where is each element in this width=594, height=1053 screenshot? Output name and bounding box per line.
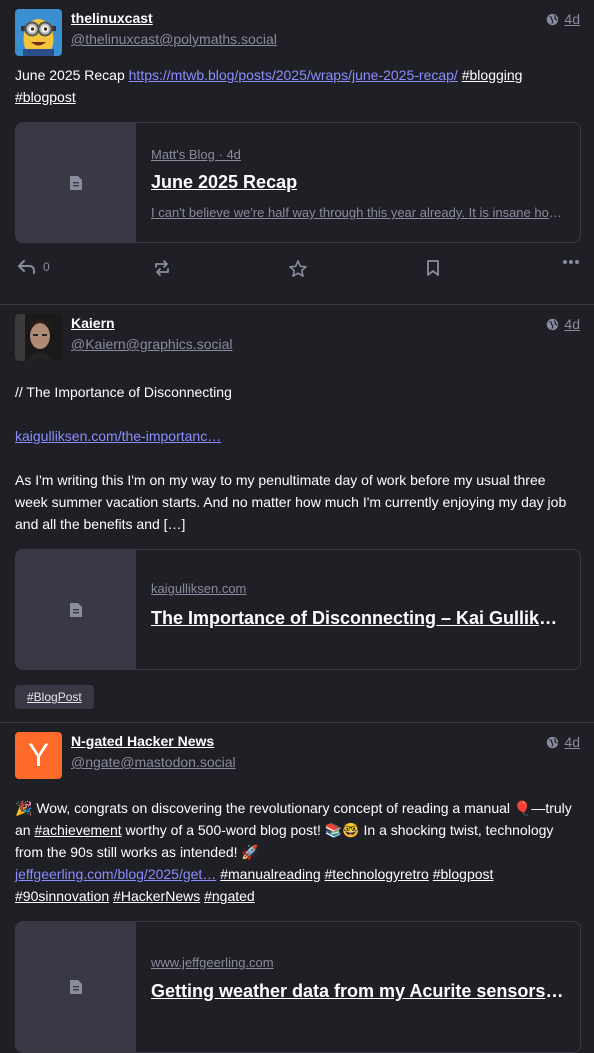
card-title[interactable]: The Importance of Disconnecting – Kai Gu… bbox=[151, 608, 565, 629]
status-post[interactable]: Kaiern @Kaiern@graphics.social 4d // The… bbox=[0, 305, 594, 723]
display-name[interactable]: Kaiern bbox=[71, 315, 115, 331]
card-thumbnail bbox=[16, 922, 136, 1052]
post-content: 🎉 Wow, congrats on discovering the revol… bbox=[15, 797, 580, 907]
link-preview-card[interactable]: Matt's Blog · 4d June 2025 Recap I can't… bbox=[15, 122, 581, 243]
hashtag-link[interactable]: #blogpost bbox=[433, 866, 494, 882]
link-preview-card[interactable]: kaigulliksen.com The Importance of Disco… bbox=[15, 549, 581, 670]
reply-icon bbox=[18, 260, 35, 274]
hashtag-link[interactable]: #achievement bbox=[34, 822, 121, 838]
status-post[interactable]: thelinuxcast @thelinuxcast@polymaths.soc… bbox=[0, 0, 594, 305]
post-content: // The Importance of Disconnecting kaigu… bbox=[15, 381, 580, 535]
card-source[interactable]: kaigulliksen.com bbox=[151, 581, 246, 596]
favourite-button[interactable] bbox=[288, 259, 308, 279]
content-text: June 2025 Recap bbox=[15, 67, 129, 83]
portrait-avatar-icon bbox=[15, 314, 62, 361]
globe-icon bbox=[547, 318, 559, 330]
globe-icon bbox=[547, 13, 559, 25]
bookmark-button[interactable] bbox=[425, 259, 441, 277]
avatar[interactable] bbox=[15, 314, 62, 361]
post-timestamp[interactable]: 4d bbox=[564, 316, 580, 332]
post-meta: 4d bbox=[546, 316, 580, 332]
hashtag-link[interactable]: #HackerNews bbox=[113, 888, 200, 904]
account-handle[interactable]: @ngate@mastodon.social bbox=[71, 754, 236, 770]
account-handle[interactable]: @thelinuxcast@polymaths.social bbox=[71, 31, 277, 47]
avatar-letter: Y bbox=[27, 737, 50, 773]
display-name[interactable]: thelinuxcast bbox=[71, 10, 153, 26]
content-text: // The Importance of Disconnecting bbox=[15, 384, 232, 400]
card-title[interactable]: Getting weather data from my Acurite sen… bbox=[151, 981, 565, 1002]
post-timestamp[interactable]: 4d bbox=[564, 734, 580, 750]
content-link[interactable]: jeffgeerling.com/blog/2025/get… bbox=[15, 866, 216, 882]
hashtag-link[interactable]: #manualreading bbox=[220, 866, 320, 882]
status-post[interactable]: Y N-gated Hacker News @ngate@mastodon.so… bbox=[0, 723, 594, 1053]
card-source[interactable]: www.jeffgeerling.com bbox=[151, 955, 274, 970]
globe-icon bbox=[547, 736, 559, 748]
boost-button[interactable] bbox=[153, 259, 171, 277]
hashtag-link[interactable]: #90sinnovation bbox=[15, 888, 109, 904]
post-timestamp[interactable]: 4d bbox=[564, 11, 580, 27]
reply-button[interactable]: 0 bbox=[17, 259, 50, 275]
more-button[interactable] bbox=[562, 259, 580, 265]
card-description[interactable]: I can't believe we're half way through t… bbox=[151, 205, 565, 220]
card-thumbnail bbox=[16, 123, 136, 242]
more-dots-icon bbox=[563, 260, 579, 264]
reply-count: 0 bbox=[43, 260, 50, 274]
minion-avatar-icon bbox=[15, 9, 62, 56]
post-meta: 4d bbox=[546, 734, 580, 750]
card-source[interactable]: Matt's Blog · 4d bbox=[151, 147, 241, 162]
card-thumbnail bbox=[16, 550, 136, 669]
hashtag-link[interactable]: #blogpost bbox=[15, 89, 76, 105]
link-preview-card[interactable]: www.jeffgeerling.com Getting weather dat… bbox=[15, 921, 581, 1053]
post-meta: 4d bbox=[546, 11, 580, 27]
content-link[interactable]: kaigulliksen.com/the-importanc… bbox=[15, 428, 221, 444]
boost-icon bbox=[155, 260, 169, 276]
action-bar: 0 bbox=[15, 259, 580, 283]
avatar[interactable]: Y bbox=[15, 732, 62, 779]
card-title[interactable]: June 2025 Recap bbox=[151, 172, 565, 193]
star-icon bbox=[289, 260, 307, 277]
hashtag-link[interactable]: #technologyretro bbox=[325, 866, 429, 882]
bookmark-icon bbox=[427, 260, 439, 276]
document-icon bbox=[70, 602, 82, 617]
hashtag-chip[interactable]: #BlogPost bbox=[15, 685, 94, 709]
avatar[interactable] bbox=[15, 9, 62, 56]
document-icon bbox=[70, 175, 82, 190]
document-icon bbox=[70, 980, 82, 994]
account-handle[interactable]: @Kaiern@graphics.social bbox=[71, 336, 233, 352]
content-paragraph: As I'm writing this I'm on my way to my … bbox=[15, 472, 567, 532]
hashtag-link[interactable]: #ngated bbox=[204, 888, 255, 904]
hashtag-link[interactable]: #blogging bbox=[462, 67, 523, 83]
display-name[interactable]: N-gated Hacker News bbox=[71, 733, 214, 749]
post-content: June 2025 Recap https://mtwb.blog/posts/… bbox=[15, 64, 580, 108]
content-link[interactable]: https://mtwb.blog/posts/2025/wraps/june-… bbox=[129, 67, 458, 83]
